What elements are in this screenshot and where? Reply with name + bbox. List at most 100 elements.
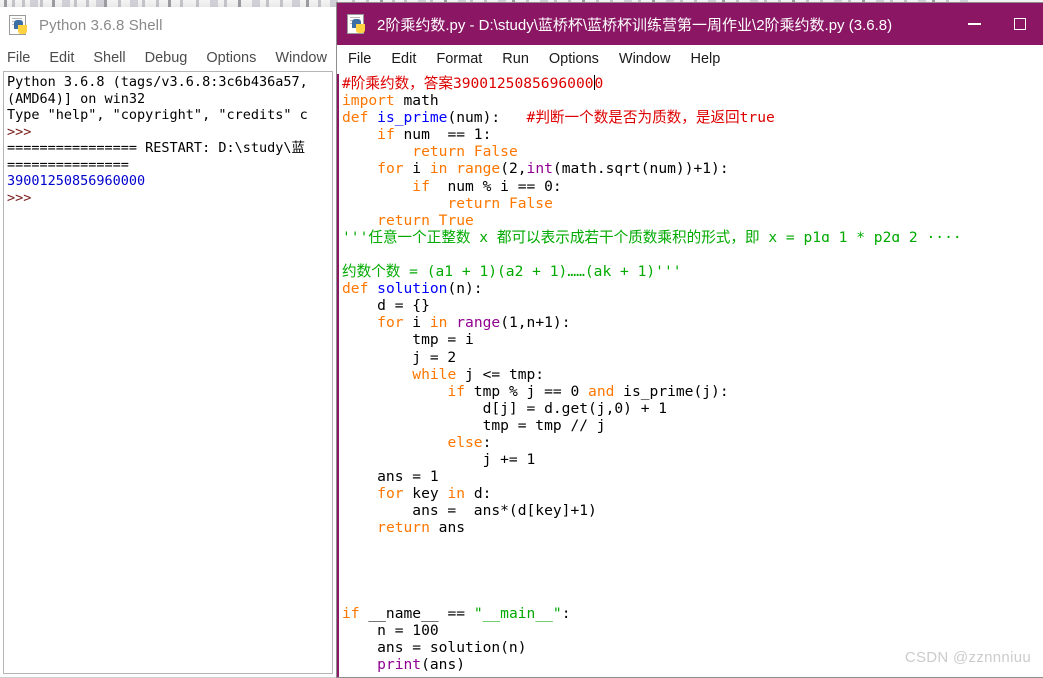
code-token-plain: n = 100 (342, 622, 439, 639)
code-token-builtin: int (526, 160, 553, 178)
code-token-plain: j = 2 (342, 348, 457, 366)
shell-menu-item-window[interactable]: Window (275, 50, 327, 66)
editor-titlebar[interactable]: 2阶乘约数.py - D:\study\蓝桥杯\蓝桥杯训练营第一周作业\2阶乘约… (337, 3, 1043, 45)
toolbar-sliver-tick (318, 0, 321, 7)
code-line: import math (342, 92, 1043, 109)
code-token-plain: : (561, 604, 571, 622)
code-token-builtin: print (377, 656, 422, 674)
shell-menu-item-options[interactable]: Options (206, 50, 256, 66)
code-token-kw: import (342, 92, 395, 110)
code-editor-text-area[interactable]: #阶乘约数，答案39001250856960000 import math def … (337, 74, 1043, 677)
code-token-kw: else (447, 433, 483, 451)
window-controls[interactable] (951, 3, 1043, 45)
code-token-kw: return (377, 211, 430, 229)
code-token-plain: d: (465, 485, 492, 503)
toolbar-sliver-tick (306, 0, 309, 7)
toolbar-sliver-tick (96, 0, 104, 7)
shell-titlebar[interactable]: Python 3.6.8 Shell (0, 7, 336, 44)
code-line: for key in d: (342, 485, 1043, 502)
idle-editor-window[interactable]: 2阶乘约数.py - D:\study\蓝桥杯\蓝桥杯训练营第一周作业\2阶乘约… (336, 2, 1043, 678)
code-line: return False (342, 195, 1043, 212)
code-line: tmp = tmp // j (342, 417, 1043, 434)
code-line: d[j] = d.get(j,0) + 1 (342, 400, 1043, 417)
toolbar-sliver-tick (74, 0, 77, 7)
toolbar-sliver-tick (266, 0, 269, 7)
code-line: tmp = i (342, 331, 1043, 348)
code-line: j += 1 (342, 451, 1043, 468)
shell-line: (AMD64)] on win32 (7, 90, 146, 107)
toolbar-sliver-tick (180, 0, 183, 7)
toolbar-sliver-tick (62, 0, 70, 7)
toolbar-sliver-tick (30, 0, 38, 7)
toolbar-sliver-tick (238, 0, 241, 7)
code-token-plain: (2, (500, 160, 527, 178)
code-token-plain: math (394, 92, 439, 110)
editor-menu-item-run[interactable]: Run (502, 51, 529, 67)
maximize-button[interactable] (997, 3, 1043, 45)
code-line: return True (342, 212, 1043, 229)
code-token-plain: tmp % j == 0 (465, 382, 589, 400)
code-token-plain: j += 1 (342, 451, 536, 469)
toolbar-sliver-tick (168, 0, 171, 7)
toolbar-sliver-tick (118, 0, 121, 7)
editor-menu-item-file[interactable]: File (348, 51, 371, 67)
code-token-plain: i (403, 314, 430, 332)
editor-menu-item-help[interactable]: Help (690, 51, 720, 67)
editor-menu-item-window[interactable]: Window (619, 51, 671, 67)
toolbar-sliver-tick (252, 0, 260, 7)
code-token-plain: (n): (447, 280, 483, 298)
code-token-plain: (num): (447, 109, 527, 127)
shell-output-area[interactable]: Python 3.6.8 (tags/v3.6.8:3c6b436a57, (AM… (3, 71, 333, 674)
toolbar-sliver-tick (196, 0, 199, 7)
code-token-def: is_prime (377, 109, 448, 127)
code-token-kw: def (342, 109, 369, 127)
toolbar-sliver-tick (12, 0, 15, 7)
shell-menu-item-file[interactable]: File (7, 50, 30, 66)
shell-line: Type "help", "copyright", "credits" c (7, 107, 308, 123)
code-token-def: solution (377, 280, 448, 298)
shell-line: >>> (7, 189, 32, 206)
editor-menu-item-format[interactable]: Format (436, 51, 482, 67)
code-token-plain: ans = ans*(d[key]+1) (342, 502, 597, 520)
code-line: j = 2 (342, 349, 1043, 366)
editor-menubar[interactable]: File Edit Format Run Options Window Help (337, 45, 1043, 74)
shell-menu-item-shell[interactable]: Shell (93, 50, 125, 66)
code-token-kw: in (429, 314, 448, 332)
editor-menu-item-options[interactable]: Options (549, 51, 599, 67)
code-token-com: #阶乘约数，答案3900125085696000 (342, 75, 594, 92)
code-token-kw: for (377, 485, 404, 503)
code-token-kw: for (377, 314, 404, 332)
editor-menu-item-edit[interactable]: Edit (391, 51, 416, 67)
toolbar-sliver-tick (22, 0, 25, 7)
code-line: #阶乘约数，答案39001250856960000 (342, 75, 1043, 92)
code-line: return ans (342, 519, 1043, 536)
toolbar-sliver-tick (224, 0, 227, 7)
shell-menu-item-debug[interactable]: Debug (145, 50, 188, 66)
code-token-kw: False (508, 194, 553, 212)
code-token-str: "__main__" (473, 604, 562, 622)
shell-menu-item-edit[interactable]: Edit (49, 50, 74, 66)
code-token-plain: ans = 1 (342, 468, 439, 486)
code-token-com: 0 (594, 75, 604, 92)
python-shell-window[interactable]: Python 3.6.8 Shell File Edit Shell Debug Opt… (0, 7, 337, 678)
minimize-button[interactable] (951, 3, 997, 45)
code-token-plain: (1,n+1): (500, 314, 571, 332)
code-line: return False (342, 143, 1043, 160)
code-token-plain: num == 1: (394, 126, 492, 144)
shell-menubar[interactable]: File Edit Shell Debug Options Window (0, 44, 336, 71)
toolbar-sliver-tick (40, 0, 43, 7)
code-token-plain: d = {} (342, 297, 430, 315)
code-token-plain: d[j] = d.get(j,0) + 1 (342, 399, 668, 417)
